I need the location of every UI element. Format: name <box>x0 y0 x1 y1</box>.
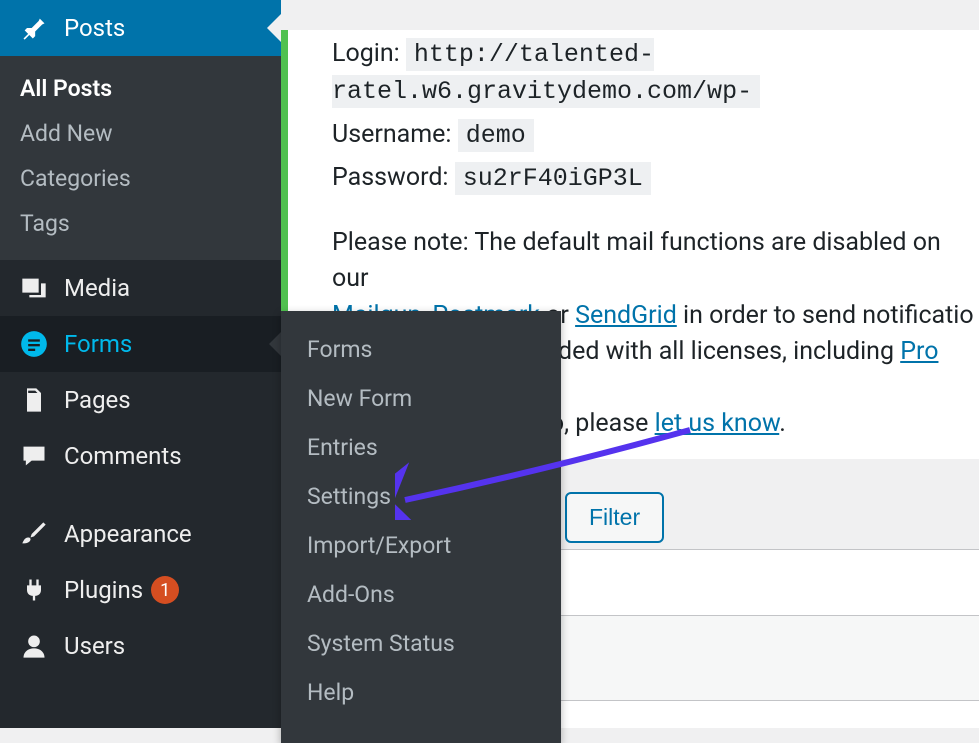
plugins-update-badge: 1 <box>151 576 179 604</box>
flyout-item-new-form[interactable]: New Form <box>281 374 561 423</box>
sidebar-item-users[interactable]: Users <box>0 618 281 674</box>
plugin-icon <box>18 576 50 604</box>
admin-sidebar: Posts All Posts Add New Categories Tags … <box>0 0 281 728</box>
pages-icon <box>18 386 50 414</box>
sidebar-item-plugins[interactable]: Plugins 1 <box>0 562 281 618</box>
sidebar-item-label: Users <box>64 632 125 660</box>
user-icon <box>18 632 50 660</box>
username-label: Username: <box>332 117 451 153</box>
sidebar-item-label: Posts <box>64 14 125 42</box>
link-pro[interactable]: Pro <box>900 337 938 366</box>
forms-flyout-submenu: Forms New Form Entries Settings Import/E… <box>281 311 561 743</box>
link-sendgrid[interactable]: SendGrid <box>575 301 677 330</box>
filter-button[interactable]: Filter <box>565 492 664 543</box>
flyout-item-entries[interactable]: Entries <box>281 423 561 472</box>
flyout-item-help[interactable]: Help <box>281 668 561 717</box>
forms-icon <box>18 330 50 358</box>
pin-icon <box>18 14 50 42</box>
sidebar-item-media[interactable]: Media <box>0 260 281 316</box>
sidebar-item-pages[interactable]: Pages <box>0 372 281 428</box>
link-let-us-know[interactable]: let us know <box>655 409 780 438</box>
password-code: su2rF40iGP3L <box>455 162 651 195</box>
sidebar-item-label: Comments <box>64 442 182 470</box>
comments-icon <box>18 442 50 470</box>
brush-icon <box>18 520 50 548</box>
notice-text: in order to send notificatio <box>677 301 974 330</box>
flyout-item-import-export[interactable]: Import/Export <box>281 521 561 570</box>
sidebar-subitem-add-new[interactable]: Add New <box>0 111 281 156</box>
sidebar-item-label: Plugins <box>64 576 143 604</box>
sidebar-item-label: Forms <box>64 330 132 358</box>
flyout-item-settings[interactable]: Settings <box>281 472 561 521</box>
notice-text: . <box>779 409 786 438</box>
username-code: demo <box>458 119 534 152</box>
flyout-item-system-status[interactable]: System Status <box>281 619 561 668</box>
sidebar-subitem-categories[interactable]: Categories <box>0 156 281 201</box>
sidebar-item-forms[interactable]: Forms <box>0 316 281 372</box>
password-label: Password: <box>332 160 448 196</box>
sidebar-item-label: Media <box>64 274 130 302</box>
sidebar-item-comments[interactable]: Comments <box>0 428 281 484</box>
login-label: Login: <box>332 36 400 72</box>
media-icon <box>18 274 50 302</box>
notice-text: Please note: The default mail functions … <box>332 228 941 293</box>
sidebar-item-label: Appearance <box>64 520 192 548</box>
sidebar-item-posts[interactable]: Posts <box>0 0 281 56</box>
sidebar-item-label: Pages <box>64 386 131 414</box>
sidebar-item-appearance[interactable]: Appearance <box>0 506 281 562</box>
posts-subsection: All Posts Add New Categories Tags <box>0 56 281 260</box>
sidebar-subitem-all-posts[interactable]: All Posts <box>0 66 281 111</box>
sidebar-subitem-tags[interactable]: Tags <box>0 201 281 246</box>
flyout-item-forms[interactable]: Forms <box>281 325 561 374</box>
flyout-item-add-ons[interactable]: Add-Ons <box>281 570 561 619</box>
